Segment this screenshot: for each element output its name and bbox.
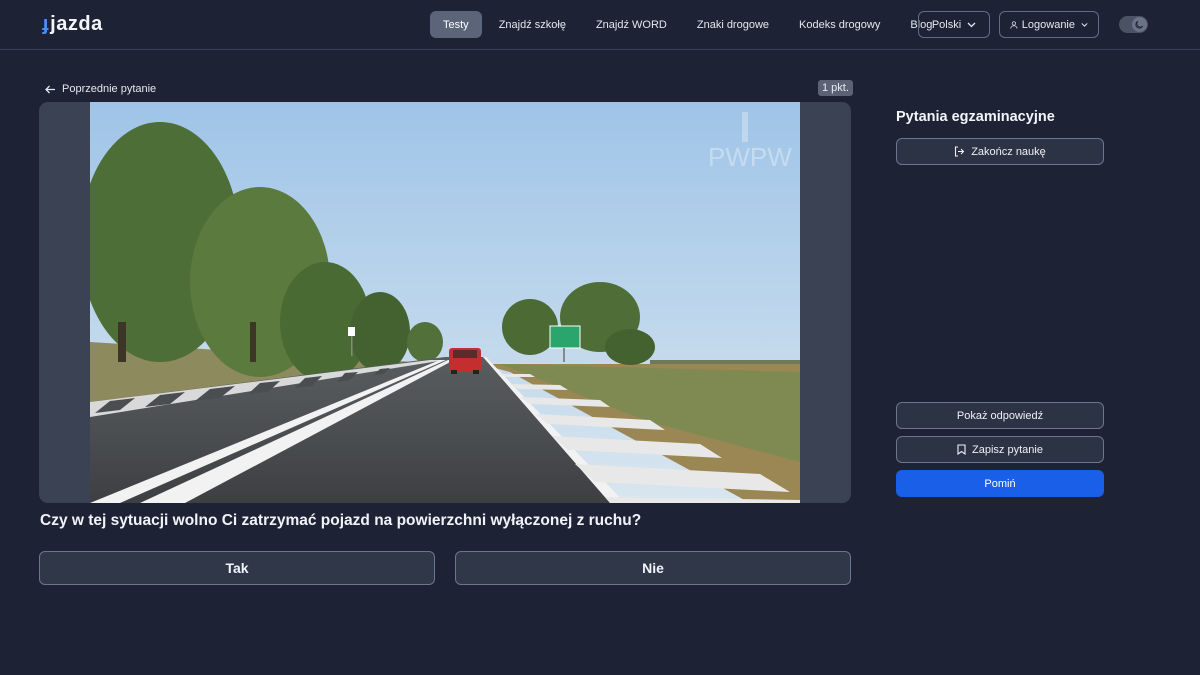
nav-item-find-word[interactable]: Znajdź WORD xyxy=(583,11,680,38)
top-navbar: ɟ jazda Testy Znajdź szkołę Znajdź WORD Z… xyxy=(0,0,1200,50)
finish-learning-label: Zakończ naukę xyxy=(971,145,1046,158)
save-question-button[interactable]: Zapisz pytanie xyxy=(896,436,1104,463)
nav-item-tests[interactable]: Testy xyxy=(430,11,482,38)
show-answer-button[interactable]: Pokaż odpowiedź xyxy=(896,402,1104,429)
chevron-down-icon xyxy=(1081,22,1088,27)
previous-question-label: Poprzednie pytanie xyxy=(62,83,157,95)
nav-item-traffic-code[interactable]: Kodeks drogowy xyxy=(786,11,893,38)
logo[interactable]: ɟ jazda xyxy=(42,12,103,36)
logo-text: jazda xyxy=(50,12,103,35)
question-media: PWPW xyxy=(39,102,851,503)
logo-mark: ɟ xyxy=(42,12,50,35)
arrow-left-icon xyxy=(45,85,55,93)
watermark-text: PWPW xyxy=(708,142,792,172)
save-question-label: Zapisz pytanie xyxy=(972,443,1043,456)
skip-button[interactable]: Pomiń xyxy=(896,470,1104,497)
nav-item-find-school[interactable]: Znajdź szkołę xyxy=(486,11,579,38)
theme-toggle[interactable] xyxy=(1119,16,1148,33)
language-label: Polski xyxy=(931,18,962,31)
road-scene-image: PWPW xyxy=(90,102,800,503)
chevron-down-icon xyxy=(967,22,976,27)
theme-knob xyxy=(1132,17,1147,32)
previous-question-link[interactable]: Poprzednie pytanie xyxy=(45,81,156,97)
answer-no-button[interactable]: Nie xyxy=(455,551,851,585)
nav-item-road-signs[interactable]: Znaki drogowe xyxy=(684,11,782,38)
language-select[interactable]: Polski xyxy=(918,11,990,38)
login-dropdown[interactable]: Logowanie xyxy=(999,11,1099,38)
sidebar-title: Pytania egzaminacyjne xyxy=(896,109,1055,125)
points-badge: 1 pkt. xyxy=(818,80,853,96)
login-label: Logowanie xyxy=(1021,18,1075,31)
user-icon xyxy=(1010,20,1018,29)
bookmark-icon xyxy=(957,444,966,455)
answer-yes-button[interactable]: Tak xyxy=(39,551,435,585)
moon-icon xyxy=(1135,20,1144,29)
main-nav: Testy Znajdź szkołę Znajdź WORD Znaki dr… xyxy=(430,11,949,38)
logout-icon xyxy=(955,146,965,157)
finish-learning-button[interactable]: Zakończ naukę xyxy=(896,138,1104,165)
question-text: Czy w tej sytuacji wolno Ci zatrzymać po… xyxy=(40,512,642,529)
